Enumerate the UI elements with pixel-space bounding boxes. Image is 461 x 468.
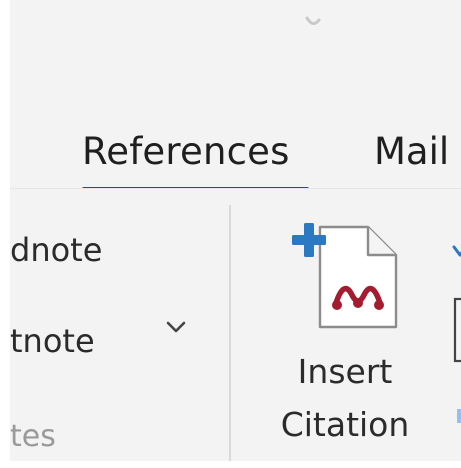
- insert-citation-icon: [292, 223, 398, 329]
- ribbon-tab-bar: References Mail: [10, 90, 461, 191]
- next-footnote-button[interactable]: tnote: [10, 322, 95, 360]
- insert-citation-button[interactable]: Insert Citation: [255, 207, 430, 452]
- insert-endnote-button[interactable]: dnote: [10, 231, 102, 269]
- tab-mailings[interactable]: Mail: [374, 130, 449, 173]
- title-fragment-mark: [305, 16, 321, 25]
- tab-references-label: References: [82, 130, 290, 173]
- insert-citation-label-line2: Citation: [280, 405, 410, 444]
- document-icon: [318, 225, 398, 329]
- group-divider: [229, 205, 231, 461]
- word-window: References Mail dnote tnote tes Insert C…: [0, 0, 461, 468]
- title-bar-glyph: [305, 16, 321, 25]
- partial-ribbon-icon[interactable]: [450, 239, 461, 429]
- tab-references[interactable]: References: [70, 110, 310, 191]
- footnotes-group-label: tes: [10, 419, 56, 454]
- title-bar: [10, 0, 461, 90]
- chevron-down-icon[interactable]: [165, 319, 187, 335]
- ribbon-panel: dnote tnote tes Insert Citation: [10, 188, 461, 461]
- insert-citation-label-line1: Insert: [297, 352, 393, 391]
